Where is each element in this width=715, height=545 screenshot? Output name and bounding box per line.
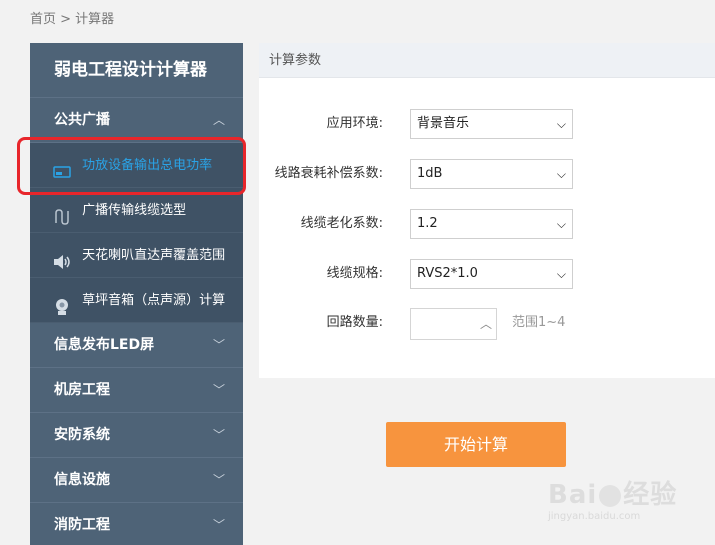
chevron-down-icon: ﹀ xyxy=(212,383,225,397)
field-row-aging: 线缆老化系数: 1.2 ⌵ xyxy=(259,209,715,239)
field-row-cable-spec: 线缆规格: RVS2*1.0 ⌵ xyxy=(259,259,715,289)
watermark-url: jingyan.baidu.com xyxy=(548,511,641,522)
chevron-down-icon: ﹀ xyxy=(212,473,225,487)
field-label: 应用环境: xyxy=(326,116,383,131)
range-hint: 范围1~4 xyxy=(512,315,566,330)
sidebar-item-ceiling-speaker[interactable]: 天花喇叭直达声覆盖范围 xyxy=(30,233,243,278)
chevron-down-icon: ⌵ xyxy=(556,267,566,281)
field-row-attenuation: 线路衰耗补偿系数: 1dB ⌵ xyxy=(259,159,715,189)
sidebar-item-lawn-speaker[interactable]: 草坪音箱（点声源）计算 xyxy=(30,278,243,323)
sidebar-section-machine-room[interactable]: 机房工程 ﹀ xyxy=(30,368,243,413)
sidebar-section-fire[interactable]: 消防工程 ﹀ xyxy=(30,503,243,545)
chevron-down-icon: ﹀ xyxy=(212,428,225,442)
field-label: 线缆规格: xyxy=(326,266,383,281)
field-label: 线路衰耗补偿系数: xyxy=(274,166,383,181)
speaker-icon xyxy=(52,246,72,269)
spinner-up-icon[interactable]: ︿ xyxy=(480,315,492,332)
sidebar-title: 弱电工程设计计算器 xyxy=(30,43,243,98)
sidebar: 弱电工程设计计算器 公共广播 ︿ 功放设备输出总电功率 广播传输线缆选型 天花喇… xyxy=(30,43,243,545)
field-label: 线缆老化系数: xyxy=(300,216,383,231)
start-calculate-button[interactable]: 开始计算 xyxy=(386,422,566,467)
sidebar-item-label: 草坪音箱（点声源）计算 xyxy=(82,293,226,308)
section-label: 消防工程 xyxy=(54,517,110,533)
paw-icon xyxy=(599,484,622,507)
select-value: RVS2*1.0 xyxy=(417,266,478,281)
sidebar-item-label: 广播传输线缆选型 xyxy=(82,203,187,218)
watermark: Bai 经验 jingyan.baidu.com xyxy=(548,480,677,524)
environment-select[interactable]: 背景音乐 ⌵ xyxy=(410,109,573,139)
field-label: 回路数量: xyxy=(326,315,383,330)
section-label: 信息设施 xyxy=(54,472,110,488)
field-row-loop-count: 回路数量: ︿ 范围1~4 xyxy=(259,308,715,340)
chevron-down-icon: ﹀ xyxy=(212,518,225,532)
panel-header: 计算参数 xyxy=(259,43,715,78)
section-label: 信息发布LED屏 xyxy=(54,337,155,353)
attenuation-select[interactable]: 1dB ⌵ xyxy=(410,159,573,189)
select-value: 1dB xyxy=(417,166,443,181)
breadcrumb: 首页 > 计算器 xyxy=(30,12,115,27)
section-label: 机房工程 xyxy=(54,382,110,398)
highlight-box xyxy=(17,137,246,195)
select-value: 背景音乐 xyxy=(417,116,470,131)
section-label: 安防系统 xyxy=(54,427,110,443)
sidebar-item-label: 天花喇叭直达声覆盖范围 xyxy=(82,248,226,263)
chevron-down-icon: ⌵ xyxy=(556,217,566,231)
loop-count-input[interactable]: ︿ xyxy=(410,308,497,340)
cable-icon xyxy=(52,201,72,225)
select-value: 1.2 xyxy=(417,216,438,231)
lawn-speaker-icon xyxy=(52,291,72,315)
chevron-down-icon: ⌵ xyxy=(556,117,566,131)
sidebar-section-info-facilities[interactable]: 信息设施 ﹀ xyxy=(30,458,243,503)
chevron-down-icon: ⌵ xyxy=(556,167,566,181)
cable-spec-select[interactable]: RVS2*1.0 ⌵ xyxy=(410,259,573,289)
aging-select[interactable]: 1.2 ⌵ xyxy=(410,209,573,239)
section-label: 公共广播 xyxy=(54,112,110,128)
sidebar-section-led[interactable]: 信息发布LED屏 ﹀ xyxy=(30,323,243,368)
calc-panel: 计算参数 应用环境: 背景音乐 ⌵ 线路衰耗补偿系数: 1dB ⌵ 线缆老化系数… xyxy=(259,43,715,378)
field-row-environment: 应用环境: 背景音乐 ⌵ xyxy=(259,109,715,139)
watermark-brand-right: 经验 xyxy=(623,480,678,510)
chevron-down-icon: ﹀ xyxy=(212,338,225,352)
sidebar-section-security[interactable]: 安防系统 ﹀ xyxy=(30,413,243,458)
watermark-brand-left: Bai xyxy=(548,480,598,510)
